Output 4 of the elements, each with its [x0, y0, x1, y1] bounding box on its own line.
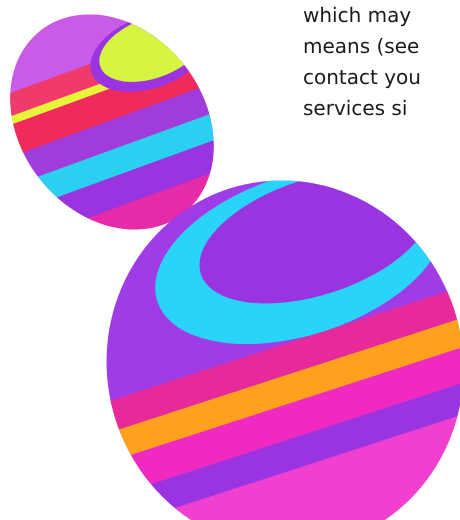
- text-line: contact you: [303, 64, 421, 91]
- text-line: means (see: [303, 33, 420, 60]
- text-line: services si: [303, 95, 408, 122]
- text-line: which may: [303, 2, 412, 29]
